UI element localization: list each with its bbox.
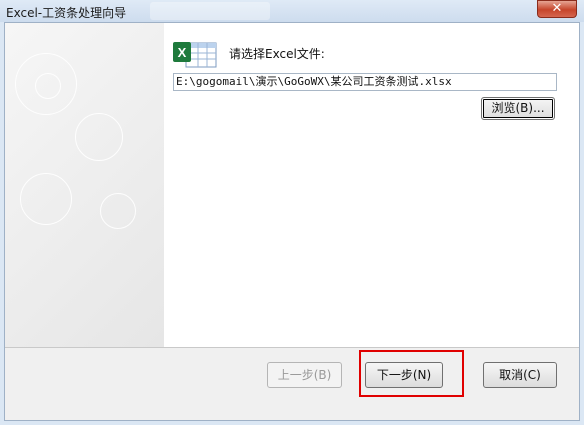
window-title: Excel-工资条处理向导 bbox=[6, 6, 127, 20]
close-button[interactable]: ✕ bbox=[537, 0, 577, 18]
prev-step-button[interactable]: 上一步(B) bbox=[267, 362, 342, 388]
flower-decoration bbox=[75, 113, 123, 161]
side-decoration-panel bbox=[5, 23, 164, 347]
next-step-highlight bbox=[359, 350, 464, 397]
wizard-content: X 请选择Excel文件: E:\gogomail\演示\GoGoWX\某公司工… bbox=[164, 23, 579, 347]
close-icon: ✕ bbox=[551, 1, 563, 16]
flower-decoration bbox=[100, 193, 136, 229]
file-path-input[interactable]: E:\gogomail\演示\GoGoWX\某公司工资条测试.xlsx bbox=[173, 73, 557, 91]
flower-decoration bbox=[20, 173, 72, 225]
flower-decoration bbox=[35, 73, 61, 99]
footer-divider bbox=[5, 347, 579, 348]
excel-icon: X bbox=[173, 42, 217, 68]
title-bar-reflection bbox=[150, 2, 270, 20]
browse-button[interactable]: 浏览(B)... bbox=[481, 97, 555, 120]
cancel-button[interactable]: 取消(C) bbox=[483, 362, 557, 388]
wizard-body: X 请选择Excel文件: E:\gogomail\演示\GoGoWX\某公司工… bbox=[4, 22, 580, 421]
title-bar[interactable]: Excel-工资条处理向导 ✕ bbox=[0, 0, 584, 22]
svg-text:X: X bbox=[178, 45, 187, 60]
select-file-prompt: 请选择Excel文件: bbox=[229, 47, 325, 61]
wizard-window: Excel-工资条处理向导 ✕ X 请选择Excel文件: E:\gogomai… bbox=[0, 0, 584, 425]
